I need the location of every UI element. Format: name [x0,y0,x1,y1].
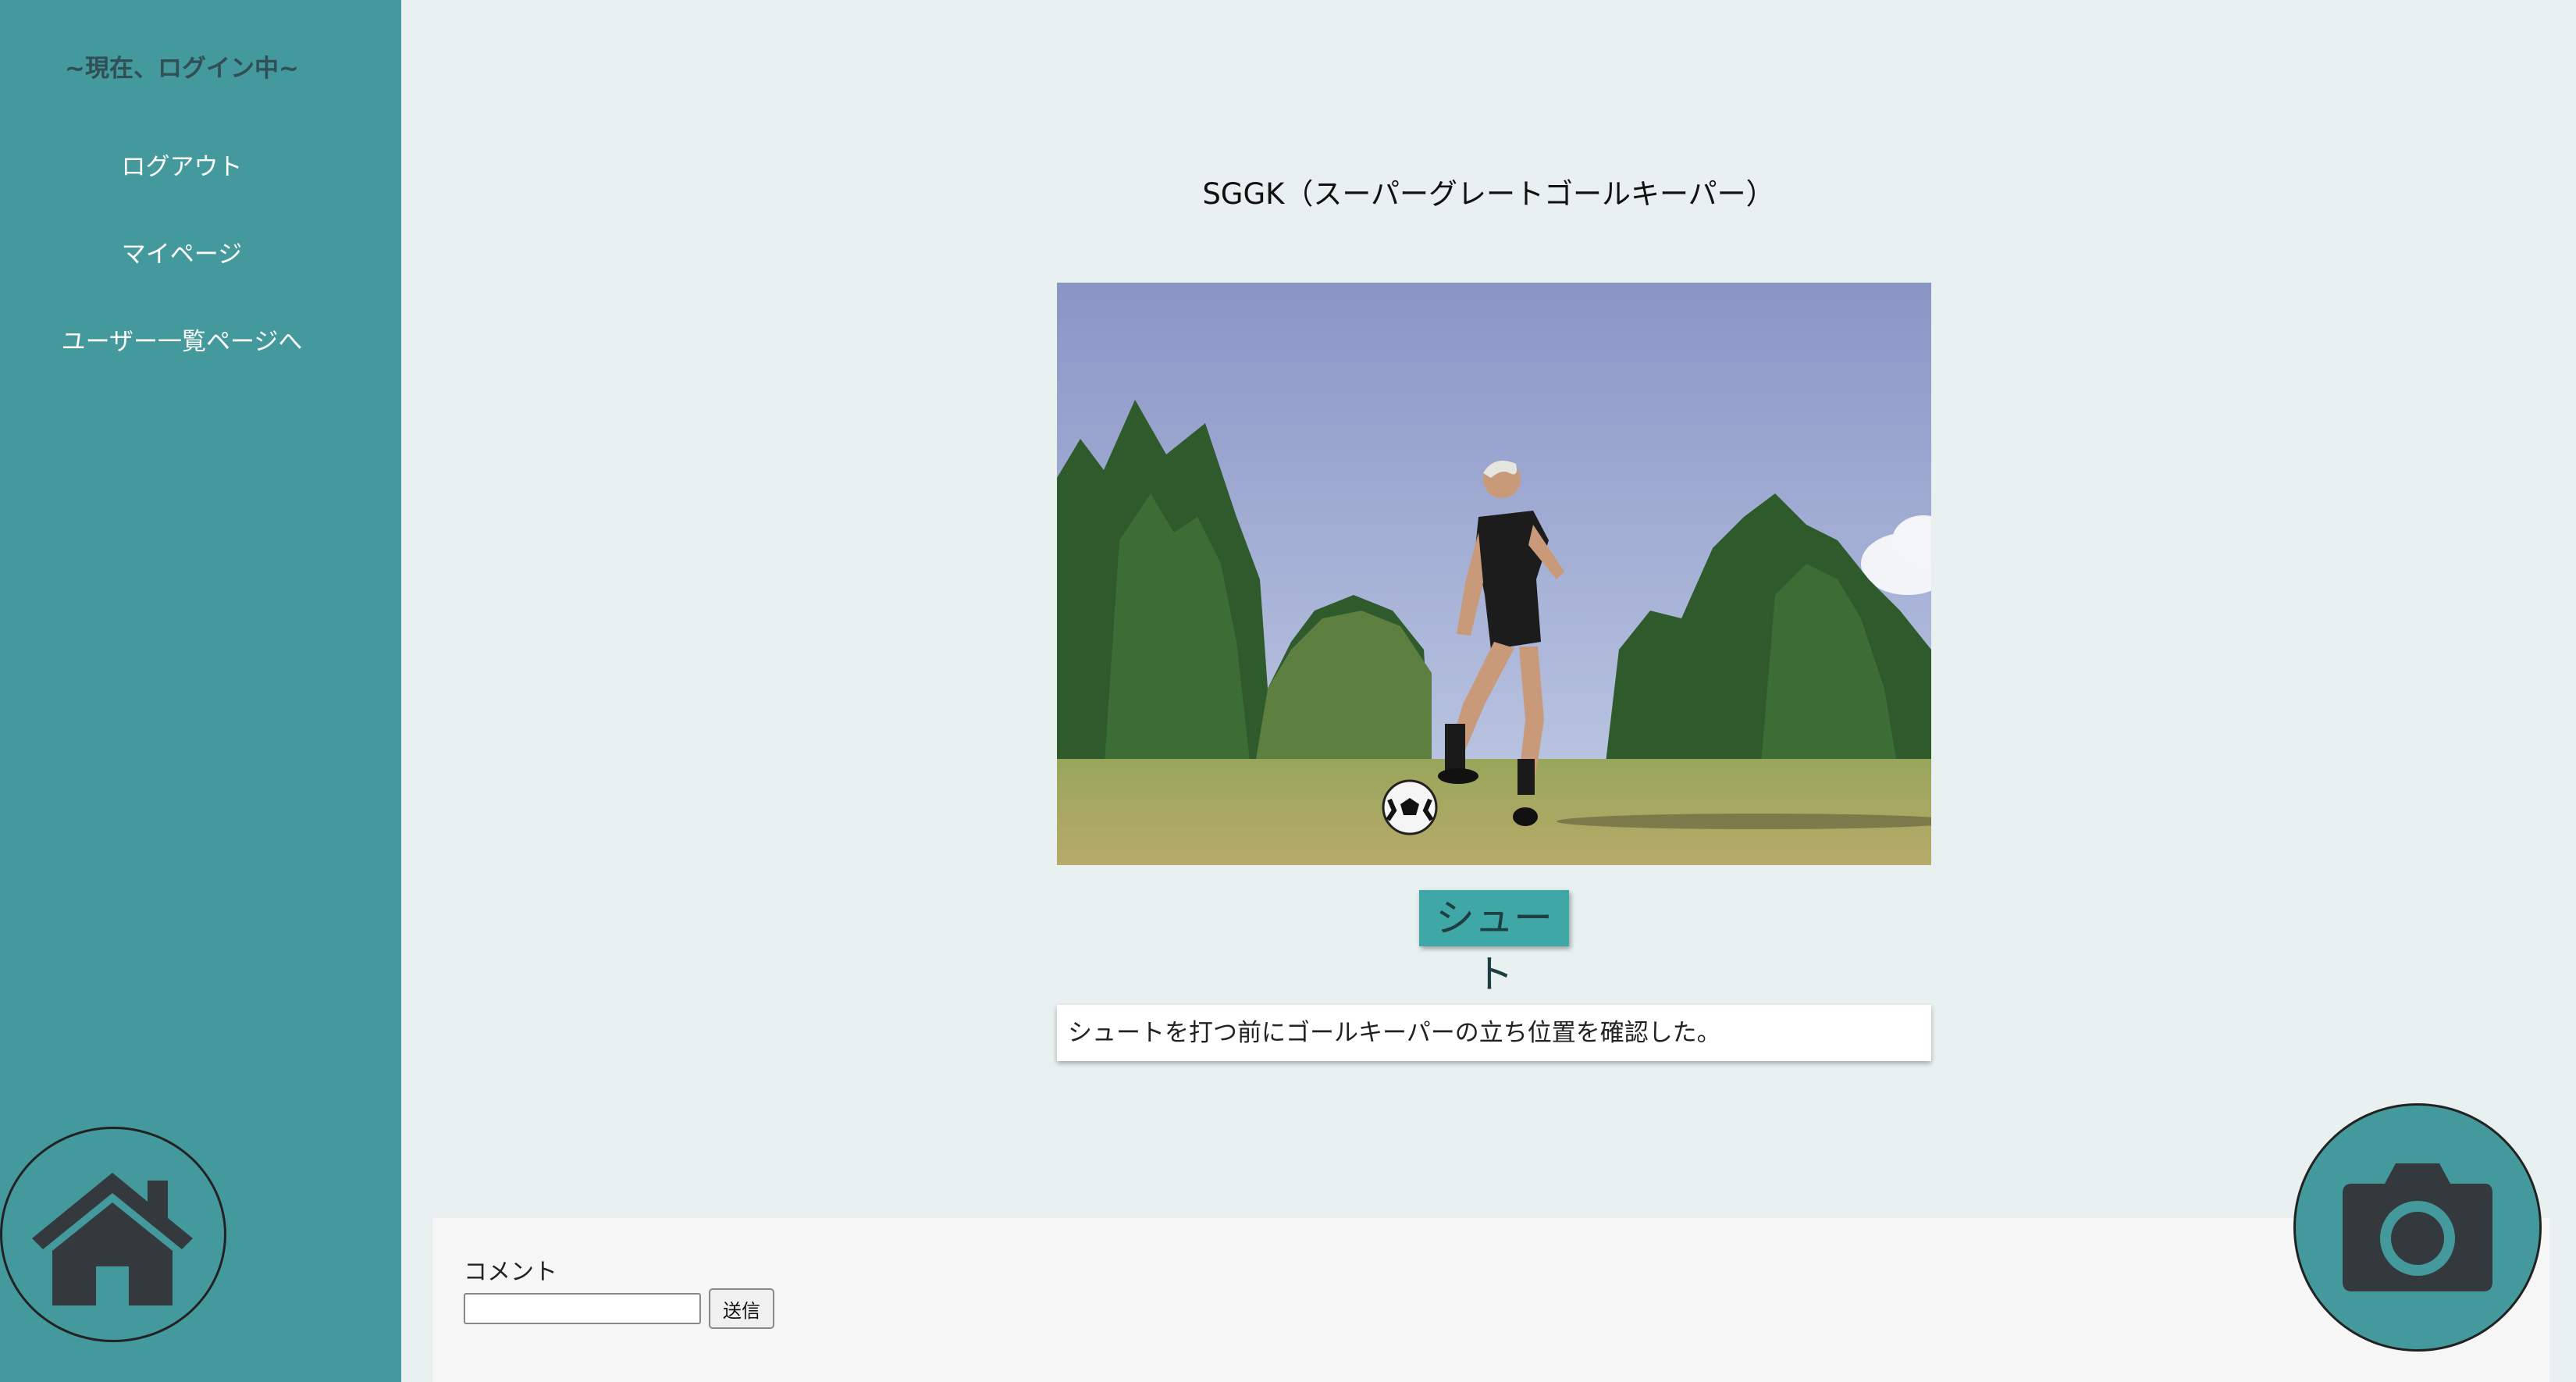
comment-submit-button[interactable]: 送信 [709,1288,774,1329]
home-icon [32,1173,193,1305]
post-image [1057,283,1931,865]
post-description: シュートを打つ前にゴールキーパーの立ち位置を確認した。 [1057,1005,1931,1061]
camera-button[interactable] [2293,1103,2542,1352]
home-button[interactable] [0,1127,226,1342]
camera-icon [2343,1163,2492,1291]
sidebar-item-logout[interactable]: ログアウト [0,147,364,182]
comment-label: コメント [464,1259,557,1286]
comment-input[interactable] [464,1293,701,1324]
page-title: SGGK（スーパーグレートゴールキーパー） [1202,177,1775,211]
sidebar-item-user-list[interactable]: ユーザー一覧ページへ [0,322,364,357]
category-button[interactable]: シュート [1419,890,1569,997]
login-status: ~現在、ログイン中~ [65,55,299,83]
comment-section: コメント 送信 [432,1218,2549,1382]
sidebar-item-mypage[interactable]: マイページ [0,234,364,269]
